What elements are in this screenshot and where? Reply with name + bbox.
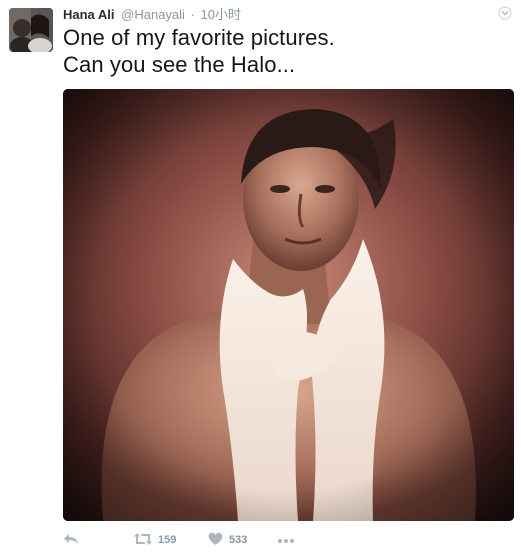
- tweet-actions: 159 533: [63, 530, 513, 550]
- retweet-button[interactable]: 159: [134, 530, 176, 550]
- chevron-down-icon[interactable]: [498, 6, 512, 20]
- retweet-icon: [134, 532, 152, 549]
- tweet-photo[interactable]: [63, 89, 514, 521]
- tweet-text-line-2: Can you see the Halo...: [63, 52, 296, 77]
- like-count: 533: [229, 534, 248, 546]
- reply-icon: [63, 532, 79, 549]
- tweet: Hana Ali @Hanayali · 10小时 One of my favo…: [0, 0, 521, 556]
- avatar-photo-icon: [9, 8, 53, 52]
- author-fullname[interactable]: Hana Ali: [63, 7, 115, 22]
- heart-icon: [208, 532, 223, 549]
- separator-dot: ·: [190, 7, 195, 22]
- avatar[interactable]: [9, 8, 53, 52]
- more-actions-button[interactable]: [277, 530, 295, 550]
- reply-button[interactable]: [63, 530, 79, 550]
- tweet-text-line-1: One of my favorite pictures.: [63, 25, 335, 50]
- tweet-text: One of my favorite pictures. Can you see…: [63, 24, 513, 78]
- retweet-count: 159: [158, 534, 177, 546]
- author-username[interactable]: @Hanayali: [121, 7, 185, 22]
- tweet-header: Hana Ali @Hanayali · 10小时: [63, 6, 241, 24]
- like-button[interactable]: 533: [208, 530, 247, 550]
- photo-portrait-icon: [63, 89, 514, 521]
- more-dots-icon: [277, 533, 295, 547]
- tweet-timestamp[interactable]: 10小时: [201, 7, 241, 22]
